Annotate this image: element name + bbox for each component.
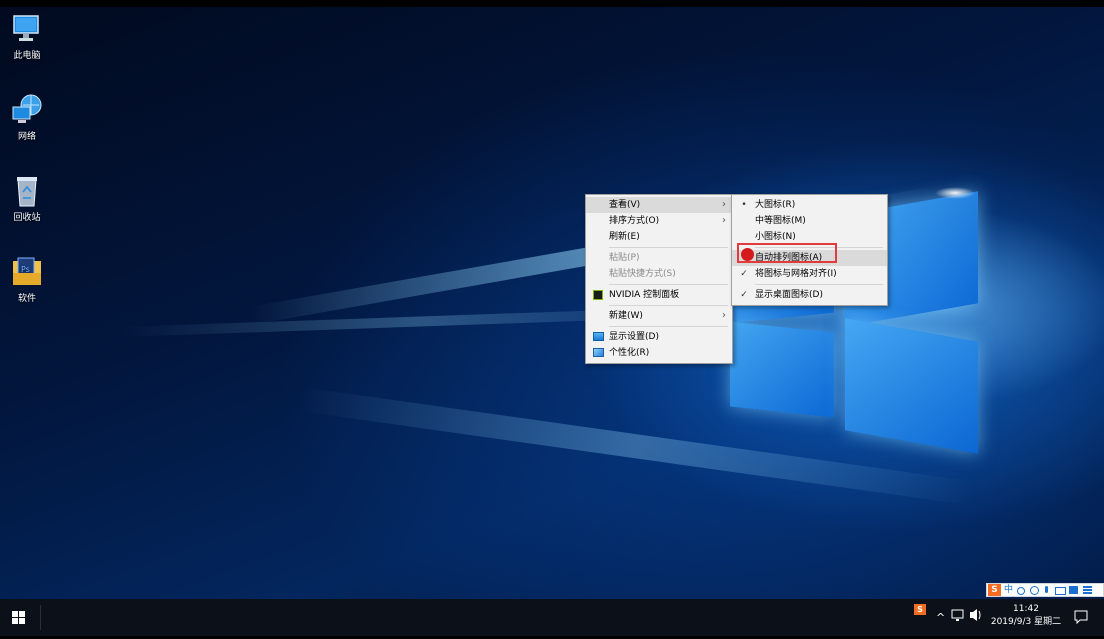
recycle-bin-icon: [10, 174, 44, 208]
submenu-item-medium-icons[interactable]: 中等图标(M): [732, 213, 887, 229]
chevron-right-icon: ›: [722, 310, 726, 321]
taskbar: S ^ 11:42 2019/9/3 星期二: [0, 599, 1104, 636]
windows-logo-icon: [12, 611, 25, 624]
menu-separator: [609, 284, 728, 285]
ime-emoji-icon[interactable]: [1030, 586, 1039, 595]
menu-item-label: 查看(V): [609, 200, 641, 210]
chevron-right-icon: ›: [722, 199, 726, 210]
display-settings-icon: [593, 332, 604, 341]
menu-item-label: 中等图标(M): [755, 216, 806, 226]
svg-text:Ps: Ps: [21, 265, 30, 274]
ime-voice-icon[interactable]: [1045, 586, 1048, 593]
desktop-icon-recycle-bin[interactable]: 回收站: [0, 174, 54, 223]
volume-tray-icon[interactable]: [968, 599, 982, 636]
taskbar-divider: [40, 605, 41, 630]
menu-item-paste[interactable]: 粘贴(P): [586, 250, 732, 266]
menu-item-sort-by[interactable]: 排序方式(O) ›: [586, 213, 732, 229]
menu-item-new[interactable]: 新建(W) ›: [586, 308, 732, 324]
network-icon: [10, 93, 44, 127]
computer-icon: [10, 12, 44, 46]
personalize-icon: [593, 348, 604, 357]
desktop-icon-this-pc[interactable]: 此电脑: [0, 12, 54, 61]
menu-separator: [609, 247, 728, 248]
ime-skin-icon[interactable]: [1069, 586, 1078, 594]
clock[interactable]: 11:42 2019/9/3 星期二: [986, 599, 1066, 636]
sogou-tray-icon[interactable]: S: [913, 599, 927, 636]
cursor-dot-icon: [741, 248, 754, 261]
menu-item-personalize[interactable]: 个性化(R): [586, 345, 732, 361]
menu-item-label: 粘贴(P): [609, 253, 640, 263]
network-tray-icon[interactable]: [951, 599, 965, 636]
ime-menu-icon[interactable]: [1083, 586, 1092, 594]
menu-item-label: 显示设置(D): [609, 332, 659, 342]
chevron-right-icon: ›: [722, 215, 726, 226]
logo-glow: [935, 187, 975, 199]
menu-item-label: 显示桌面图标(D): [755, 290, 823, 300]
ime-punctuation-icon[interactable]: [1017, 587, 1025, 595]
submenu-item-show-desktop-icons[interactable]: ✓ 显示桌面图标(D): [732, 287, 887, 303]
menu-item-view[interactable]: 查看(V) ›: [586, 197, 732, 213]
ime-keyboard-icon[interactable]: [1055, 587, 1066, 595]
monitor-network-icon: [951, 609, 964, 621]
menu-item-label: 大图标(R): [755, 200, 796, 210]
nvidia-icon: [593, 290, 603, 300]
logo-pane-bottom-right: [845, 318, 978, 454]
menu-item-label: 个性化(R): [609, 348, 650, 358]
menu-separator: [609, 326, 728, 327]
menu-separator: [755, 284, 883, 285]
menu-item-label: 刷新(E): [609, 232, 640, 242]
ime-language-label[interactable]: 中: [1004, 584, 1013, 596]
desktop-icon-label: 此电脑: [13, 51, 41, 61]
clock-time: 11:42: [1013, 604, 1039, 614]
desktop-background[interactable]: [0, 7, 1104, 599]
menu-item-label: 粘贴快捷方式(S): [609, 269, 676, 279]
action-center-button[interactable]: [1072, 599, 1090, 636]
bullet-icon: •: [741, 200, 747, 210]
desktop-icon-label: 回收站: [13, 213, 41, 223]
menu-separator: [609, 305, 728, 306]
chevron-up-icon: ^: [936, 611, 946, 624]
notification-icon: [1074, 610, 1088, 625]
submenu-item-align-to-grid[interactable]: ✓ 将图标与网格对齐(I): [732, 266, 887, 282]
submenu-item-large-icons[interactable]: • 大图标(R): [732, 197, 887, 213]
desktop-icon-label: 软件: [17, 294, 36, 304]
show-hidden-icons-button[interactable]: ^: [934, 599, 948, 636]
menu-item-label: 排序方式(O): [609, 216, 660, 226]
check-icon: ✓: [740, 290, 748, 300]
speaker-icon: [970, 609, 981, 621]
menu-item-nvidia-control-panel[interactable]: NVIDIA 控制面板: [586, 287, 732, 303]
desktop-icon-network[interactable]: 网络: [0, 93, 54, 142]
logo-pane-bottom-left: [730, 321, 834, 418]
desktop-icon-software-folder[interactable]: Ps 软件: [0, 255, 54, 304]
desktop-context-menu: 查看(V) › 排序方式(O) › 刷新(E) 粘贴(P) 粘贴快捷方式(S) …: [585, 194, 733, 364]
desktop-icon-label: 网络: [17, 132, 36, 142]
menu-item-label: 新建(W): [609, 311, 643, 321]
menu-item-paste-shortcut[interactable]: 粘贴快捷方式(S): [586, 266, 732, 282]
menu-item-refresh[interactable]: 刷新(E): [586, 229, 732, 245]
clock-date: 2019/9/3 星期二: [990, 617, 1062, 627]
start-button[interactable]: [0, 599, 37, 636]
folder-icon: Ps: [10, 255, 44, 289]
menu-item-label: NVIDIA 控制面板: [609, 290, 680, 300]
sogou-logo-icon: S: [914, 604, 926, 615]
menu-item-display-settings[interactable]: 显示设置(D): [586, 329, 732, 345]
sogou-logo-icon: S: [988, 584, 1001, 596]
check-icon: ✓: [740, 269, 748, 279]
menu-item-label: 将图标与网格对齐(I): [755, 269, 837, 279]
ime-toolbar[interactable]: S 中: [986, 583, 1104, 597]
menu-item-label: 小图标(N): [755, 232, 796, 242]
